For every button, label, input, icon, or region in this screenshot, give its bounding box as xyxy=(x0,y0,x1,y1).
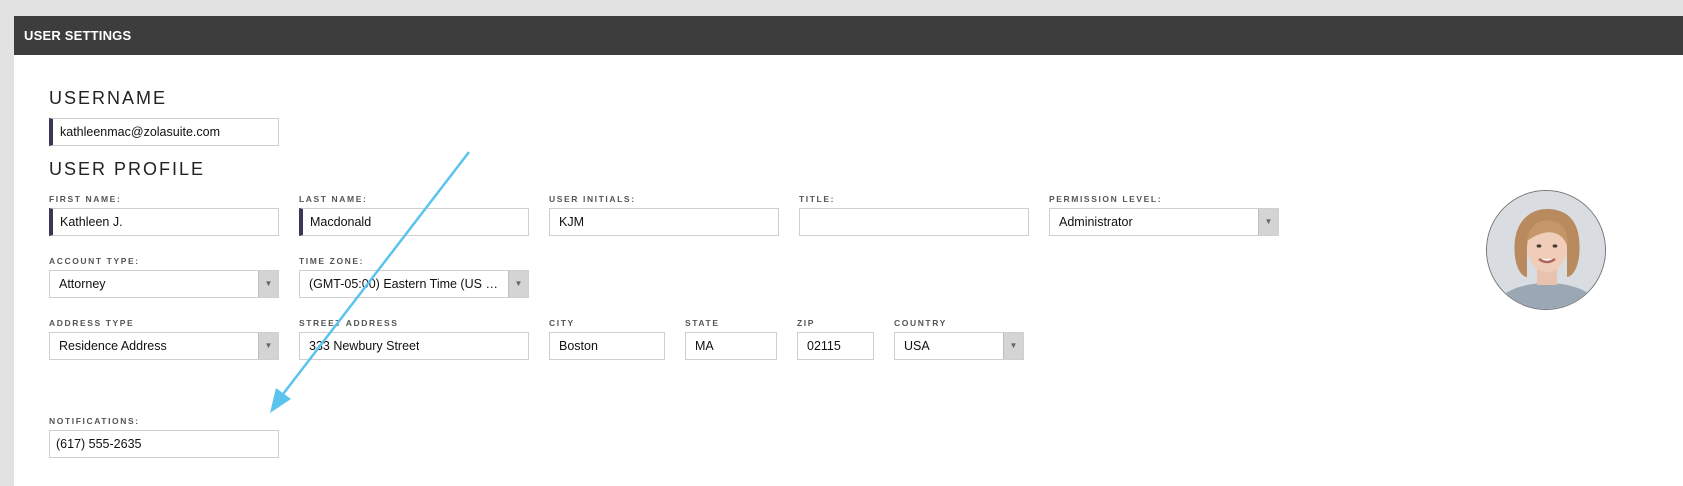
page-title: USER SETTINGS xyxy=(14,16,1683,55)
time-zone-select[interactable]: (GMT-05:00) Eastern Time (US and … ▼ xyxy=(299,270,529,298)
account-type-select[interactable]: Attorney ▼ xyxy=(49,270,279,298)
permission-level-value: Administrator xyxy=(1059,215,1133,229)
user-profile-section-title: USER PROFILE xyxy=(49,159,206,179)
country-select[interactable]: USA ▼ xyxy=(894,332,1024,360)
notifications-value: (617) 555-2635 xyxy=(56,437,142,451)
state-field[interactable]: MA xyxy=(685,332,777,360)
chevron-down-icon[interactable]: ▼ xyxy=(508,271,528,297)
street-address-label: STREET ADDRESS xyxy=(299,318,399,328)
state-label: STATE xyxy=(685,318,720,328)
zip-value: 02115 xyxy=(807,339,841,353)
permission-level-label: PERMISSION LEVEL: xyxy=(1049,194,1163,204)
title-field[interactable] xyxy=(799,208,1029,236)
title-label: TITLE: xyxy=(799,194,836,204)
address-type-value: Residence Address xyxy=(59,339,167,353)
user-initials-field[interactable]: KJM xyxy=(549,208,779,236)
notifications-label: NOTIFICATIONS: xyxy=(49,416,140,426)
username-value: kathleenmac@zolasuite.com xyxy=(60,125,220,139)
street-address-value: 333 Newbury Street xyxy=(309,339,420,353)
permission-level-select[interactable]: Administrator ▼ xyxy=(1049,208,1279,236)
city-field[interactable]: Boston xyxy=(549,332,665,360)
time-zone-value: (GMT-05:00) Eastern Time (US and … xyxy=(309,277,504,291)
account-type-label: ACCOUNT TYPE: xyxy=(49,256,140,266)
avatar[interactable] xyxy=(1486,190,1606,310)
state-value: MA xyxy=(695,339,714,353)
user-initials-value: KJM xyxy=(559,215,584,229)
last-name-label: LAST NAME: xyxy=(299,194,368,204)
last-name-field[interactable]: Macdonald xyxy=(299,208,529,236)
first-name-label: FIRST NAME: xyxy=(49,194,122,204)
last-name-value: Macdonald xyxy=(310,215,372,229)
chevron-down-icon[interactable]: ▼ xyxy=(258,333,278,359)
user-settings-panel: USER SETTINGS xyxy=(14,16,1683,486)
country-value: USA xyxy=(904,339,930,353)
username-field[interactable]: kathleenmac@zolasuite.com xyxy=(49,118,279,146)
city-value: Boston xyxy=(559,339,598,353)
time-zone-label: TIME ZONE: xyxy=(299,256,365,266)
chevron-down-icon[interactable]: ▼ xyxy=(1003,333,1023,359)
username-section-title: USERNAME xyxy=(49,88,168,108)
address-type-label: ADDRESS TYPE xyxy=(49,318,135,328)
account-type-value: Attorney xyxy=(59,277,106,291)
country-label: COUNTRY xyxy=(894,318,947,328)
zip-label: ZIP xyxy=(797,318,816,328)
notifications-field[interactable]: (617) 555-2635 xyxy=(49,430,279,458)
first-name-value: Kathleen J. xyxy=(60,215,123,229)
user-photo-icon xyxy=(1487,191,1605,309)
user-initials-label: USER INITIALS: xyxy=(549,194,636,204)
chevron-down-icon[interactable]: ▼ xyxy=(1258,209,1278,235)
city-label: CITY xyxy=(549,318,575,328)
first-name-field[interactable]: Kathleen J. xyxy=(49,208,279,236)
chevron-down-icon[interactable]: ▼ xyxy=(258,271,278,297)
address-type-select[interactable]: Residence Address ▼ xyxy=(49,332,279,360)
street-address-field[interactable]: 333 Newbury Street xyxy=(299,332,529,360)
zip-field[interactable]: 02115 xyxy=(797,332,874,360)
